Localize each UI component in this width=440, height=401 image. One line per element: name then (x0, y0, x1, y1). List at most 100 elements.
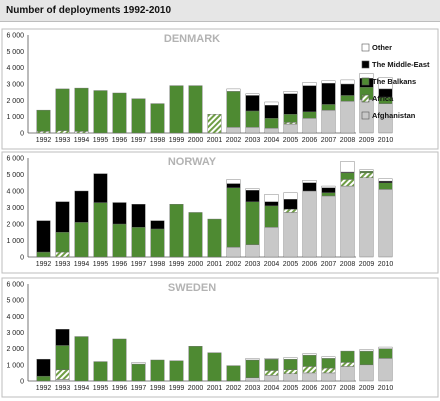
denmark-bar-2007-other (321, 80, 336, 84)
sweden-bar-2004-other (264, 358, 279, 360)
denmark-ytick-1: 1 000 (6, 114, 24, 121)
norway-bar-2003-afghanistan (245, 244, 260, 258)
denmark-xtick-2002: 2002 (226, 137, 242, 144)
norway-bar-2008-the-balkans (340, 172, 355, 180)
norway-bar-2006-afghanistan (302, 190, 317, 258)
sweden-xtick-2002: 2002 (226, 385, 242, 392)
denmark-ytick-3: 3 000 (6, 82, 24, 89)
denmark-xtick-1996: 1996 (112, 137, 128, 144)
denmark-xtick-2004: 2004 (264, 137, 280, 144)
denmark-bar-2007-afghanistan (321, 109, 336, 134)
sweden-xtick-1992: 1992 (36, 385, 52, 392)
norway-xtick-2010: 2010 (378, 261, 394, 268)
denmark-ytick-6: 6 000 (6, 33, 24, 40)
norway-bar-2010-the-balkans (378, 182, 393, 190)
norway-xtick-1999: 1999 (169, 261, 185, 268)
sweden-bar-2002-the-balkans (226, 365, 241, 382)
denmark-xtick-2001: 2001 (207, 137, 223, 144)
denmark-xtick-1993: 1993 (55, 137, 71, 144)
sweden-bar-2005-the-balkans (283, 358, 298, 370)
sweden-ytick-6: 6 000 (6, 282, 24, 289)
sweden-ytick-3: 3 000 (6, 330, 24, 337)
sweden-xtick-2000: 2000 (188, 385, 204, 392)
denmark-bar-2006-other (302, 82, 317, 86)
denmark-bar-2000-the-balkans (188, 85, 203, 134)
sweden-bar-1992-the-middle-east (36, 358, 51, 377)
sweden-bar-2006-africa (302, 366, 317, 374)
sweden-bar-2006-afghanistan (302, 372, 317, 382)
sweden-bar-2008-afghanistan (340, 366, 355, 382)
norway-bar-1994-the-balkans (74, 222, 89, 258)
sweden-bar-1992-the-balkans (36, 375, 51, 382)
sweden-ytick-2: 2 000 (6, 346, 24, 353)
norway-bar-2010-other (378, 178, 393, 182)
sweden-bar-2004-afghanistan (264, 375, 279, 382)
legend-label-afghanistan: Afghanistan (372, 111, 416, 120)
norway-bar-1995-the-middle-east (93, 173, 108, 203)
legend-swatch-afghanistan (361, 111, 370, 120)
denmark-ytick-4: 4 000 (6, 65, 24, 72)
norway-bar-2006-other (302, 180, 317, 183)
denmark-bar-2006-the-balkans (302, 111, 317, 119)
denmark-bar-1999-the-balkans (169, 85, 184, 134)
norway-xtick-1994: 1994 (74, 261, 90, 268)
denmark-bar-2005-africa (283, 122, 298, 125)
denmark-xtick-2010: 2010 (378, 137, 394, 144)
norway-xtick-2001: 2001 (207, 261, 223, 268)
denmark-bar-2002-the-balkans (226, 91, 241, 128)
denmark-bar-2008-afghanistan (340, 100, 355, 134)
sweden-bar-1997-the-balkans (131, 363, 146, 382)
denmark-xtick-1997: 1997 (131, 137, 147, 144)
norway-ytick-2: 2 000 (6, 222, 24, 229)
norway-xtick-2009: 2009 (359, 261, 375, 268)
norway-xtick-2004: 2004 (264, 261, 280, 268)
norway-xtick-1993: 1993 (55, 261, 71, 268)
norway-bar-2009-afghanistan (359, 177, 374, 258)
norway-xtick-2008: 2008 (340, 261, 356, 268)
norway-bar-1992-the-middle-east (36, 220, 51, 253)
sweden-xtick-1996: 1996 (112, 385, 128, 392)
sweden-bar-2005-afghanistan (283, 373, 298, 382)
sweden-xtick-2008: 2008 (340, 385, 356, 392)
denmark-bar-2005-afghanistan (283, 123, 298, 134)
legend-label-other: Other (372, 43, 392, 52)
norway-xtick-1998: 1998 (150, 261, 166, 268)
norway-bar-2002-afghanistan (226, 246, 241, 258)
denmark-bar-2003-the-middle-east (245, 95, 260, 112)
denmark-bar-2004-the-balkans (264, 118, 279, 129)
norway-bar-2002-other (226, 179, 241, 184)
denmark-bar-2007-the-balkans (321, 104, 336, 111)
norway-bar-2008-other (340, 161, 355, 173)
sweden-bar-2010-other (378, 346, 393, 349)
sweden-bar-2000-the-balkans (188, 346, 203, 382)
norway-xtick-1992: 1992 (36, 261, 52, 268)
norway-bar-2009-other (359, 169, 374, 172)
norway-bar-1993-the-middle-east (55, 201, 70, 233)
sweden-bar-2010-the-balkans (378, 348, 393, 359)
sweden-bar-2009-the-balkans (359, 350, 374, 366)
sweden-xtick-1997: 1997 (131, 385, 147, 392)
denmark-bar-1994-africa (74, 131, 89, 134)
denmark-bar-1998-the-balkans (150, 103, 165, 134)
norway-bar-2006-the-middle-east (302, 182, 317, 192)
norway-xtick-2003: 2003 (245, 261, 261, 268)
norway-bar-2005-africa (283, 208, 298, 213)
denmark-xtick-2007: 2007 (321, 137, 337, 144)
denmark-bar-2006-afghanistan (302, 118, 317, 134)
denmark-bar-2007-the-middle-east (321, 82, 336, 105)
denmark-xtick-2006: 2006 (302, 137, 318, 144)
deployments-chart: 0 1 000 2 000 3 000 4 000 5 000 6 000 DENMARK 19… (1, 28, 439, 398)
denmark-bar-1992-the-balkans (36, 109, 51, 132)
sweden-panel-title: SWEDEN (168, 282, 216, 294)
norway-xtick-1996: 1996 (112, 261, 128, 268)
norway-bar-1997-the-balkans (131, 227, 146, 258)
norway-bar-2008-africa (340, 179, 355, 187)
denmark-bar-2001-africa (207, 114, 222, 134)
sweden-xtick-2003: 2003 (245, 385, 261, 392)
sweden-ytick-5: 5 000 (6, 298, 24, 305)
norway-bar-2009-the-balkans (359, 170, 374, 174)
sweden-xtick-2010: 2010 (378, 385, 394, 392)
denmark-bar-2003-afghanistan (245, 127, 260, 134)
norway-ytick-6: 6 000 (6, 156, 24, 163)
sweden-bar-2005-other (283, 357, 298, 360)
